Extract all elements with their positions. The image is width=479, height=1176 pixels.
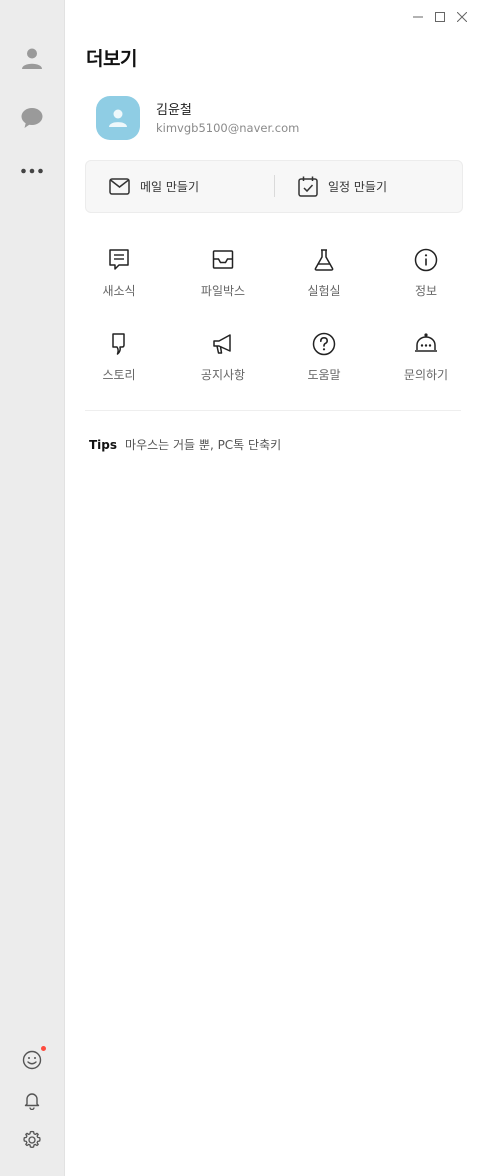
sidebar-item-settings[interactable] xyxy=(17,1125,47,1155)
menu-notice-label: 공지사항 xyxy=(200,368,246,382)
gear-icon xyxy=(23,1130,41,1148)
menu-notice[interactable]: 공지사항 xyxy=(171,328,275,388)
sidebar-item-friends[interactable] xyxy=(17,43,47,73)
inbox-tray-icon xyxy=(212,250,234,269)
tips-text: 마우스는 거들 뿐, PC톡 단축키 xyxy=(125,438,282,452)
menu-help[interactable]: 도움말 xyxy=(272,328,376,388)
menu-filebox[interactable]: 파일박스 xyxy=(171,244,275,304)
sidebar xyxy=(0,0,65,1176)
sidebar-item-emoticon[interactable] xyxy=(17,1045,47,1075)
menu-story-label: 스토리 xyxy=(102,368,136,382)
menu-lab-label: 실험실 xyxy=(307,284,341,298)
create-schedule-label: 일정 만들기 xyxy=(328,180,388,194)
menu-story[interactable]: 스토리 xyxy=(67,328,171,388)
menu-news-label: 새소식 xyxy=(102,284,136,298)
flask-icon xyxy=(314,249,334,271)
more-dots-icon xyxy=(21,168,43,174)
create-mail-label: 메일 만들기 xyxy=(140,180,200,194)
info-icon xyxy=(414,248,438,272)
default-avatar-icon xyxy=(109,109,127,127)
sidebar-item-chats[interactable] xyxy=(17,103,47,133)
news-icon xyxy=(109,249,129,270)
sidebar-item-more[interactable] xyxy=(17,156,47,186)
profile-email: kimvgb5100@naver.com xyxy=(156,121,300,135)
megaphone-icon xyxy=(213,334,231,354)
tips-banner[interactable]: Tips 마우스는 거들 뿐, PC톡 단축키 xyxy=(89,436,281,453)
question-icon xyxy=(312,332,336,356)
menu-help-label: 도움말 xyxy=(307,368,341,382)
page-title: 더보기 xyxy=(86,48,137,70)
menu-info[interactable]: 정보 xyxy=(374,244,478,304)
profile-name: 김윤철 xyxy=(156,103,192,118)
bell-icon xyxy=(24,1093,40,1110)
menu-filebox-label: 파일박스 xyxy=(200,284,246,298)
avatar xyxy=(96,96,140,140)
create-mail-button[interactable]: 메일 만들기 xyxy=(109,161,199,212)
quick-actions: 메일 만들기 일정 만들기 xyxy=(85,160,463,213)
menu-inquiry[interactable]: 문의하기 xyxy=(374,328,478,388)
profile-card[interactable]: 김윤철 kimvgb5100@naver.com xyxy=(96,96,436,140)
smile-icon xyxy=(22,1050,42,1070)
story-icon xyxy=(112,333,125,355)
create-schedule-button[interactable]: 일정 만들기 xyxy=(298,161,387,212)
menu-info-label: 정보 xyxy=(414,284,438,298)
menu-lab[interactable]: 실험실 xyxy=(272,244,376,304)
person-icon xyxy=(22,48,42,69)
menu-news[interactable]: 새소식 xyxy=(67,244,171,304)
quick-divider xyxy=(274,175,275,197)
new-badge-dot xyxy=(41,1046,46,1051)
calendar-check-icon xyxy=(298,176,318,197)
chat-bubble-icon xyxy=(21,108,43,128)
tips-label: Tips xyxy=(89,438,118,452)
bell-desk-icon xyxy=(415,333,437,352)
mail-icon xyxy=(109,178,130,195)
more-panel: 더보기 김윤철 kimvgb5100@naver.com 메일 만들기 일정 만… xyxy=(65,0,479,1176)
section-divider xyxy=(85,410,461,411)
menu-inquiry-label: 문의하기 xyxy=(403,368,449,382)
sidebar-item-notifications[interactable] xyxy=(17,1085,47,1115)
